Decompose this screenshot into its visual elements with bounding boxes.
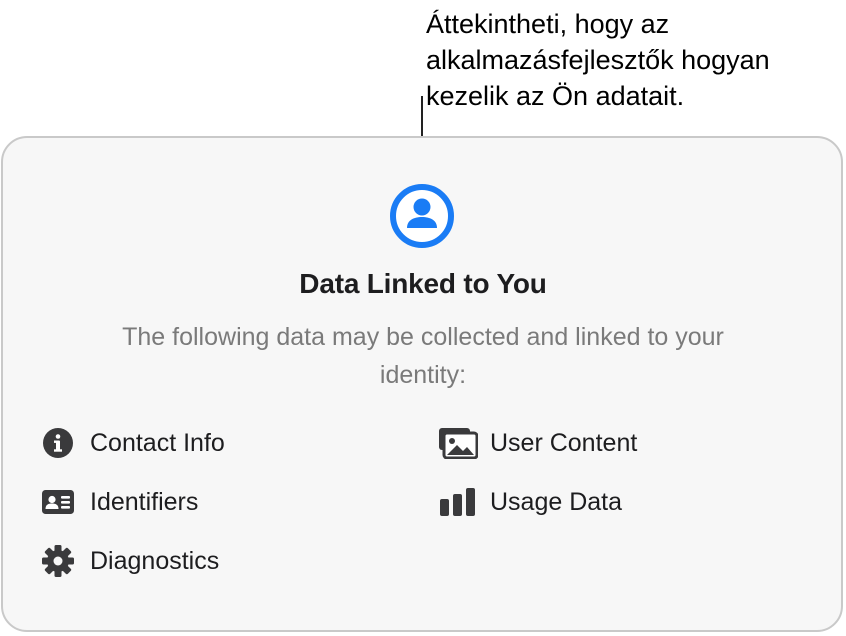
data-item-usage-data: Usage Data xyxy=(438,482,622,522)
gear-icon xyxy=(38,541,78,581)
subtitle-line: The following data may be collected and … xyxy=(122,323,724,351)
photos-icon xyxy=(438,423,478,463)
info-circle-icon xyxy=(38,423,78,463)
data-item-label: Identifiers xyxy=(90,487,199,516)
card-subtitle: The following data may be collected and … xyxy=(80,318,766,394)
person-circle-icon xyxy=(390,184,454,248)
id-card-icon xyxy=(38,482,78,522)
data-item-user-content: User Content xyxy=(438,423,637,463)
data-item-identifiers: Identifiers xyxy=(38,482,198,522)
card-title: Data Linked to You xyxy=(299,268,547,299)
data-item-label: Diagnostics xyxy=(90,546,220,575)
subtitle-line: identity: xyxy=(379,361,467,389)
callout-line: alkalmazásfejlesztők hogyan xyxy=(426,45,770,75)
data-item-label: Usage Data xyxy=(490,487,623,516)
callout-line: Áttekintheti, hogy az xyxy=(426,9,670,39)
data-item-contact-info: Contact Info xyxy=(38,423,225,463)
bar-chart-icon xyxy=(438,482,478,522)
callout-line: kezelik az Ön adatait. xyxy=(426,81,685,111)
callout-text: Áttekintheti, hogy az alkalmazásfejleszt… xyxy=(426,6,836,114)
data-item-diagnostics: Diagnostics xyxy=(38,541,219,581)
data-item-label: User Content xyxy=(490,428,638,457)
data-item-label: Contact Info xyxy=(90,428,225,457)
page: Áttekintheti, hogy az alkalmazásfejleszt… xyxy=(0,0,846,636)
